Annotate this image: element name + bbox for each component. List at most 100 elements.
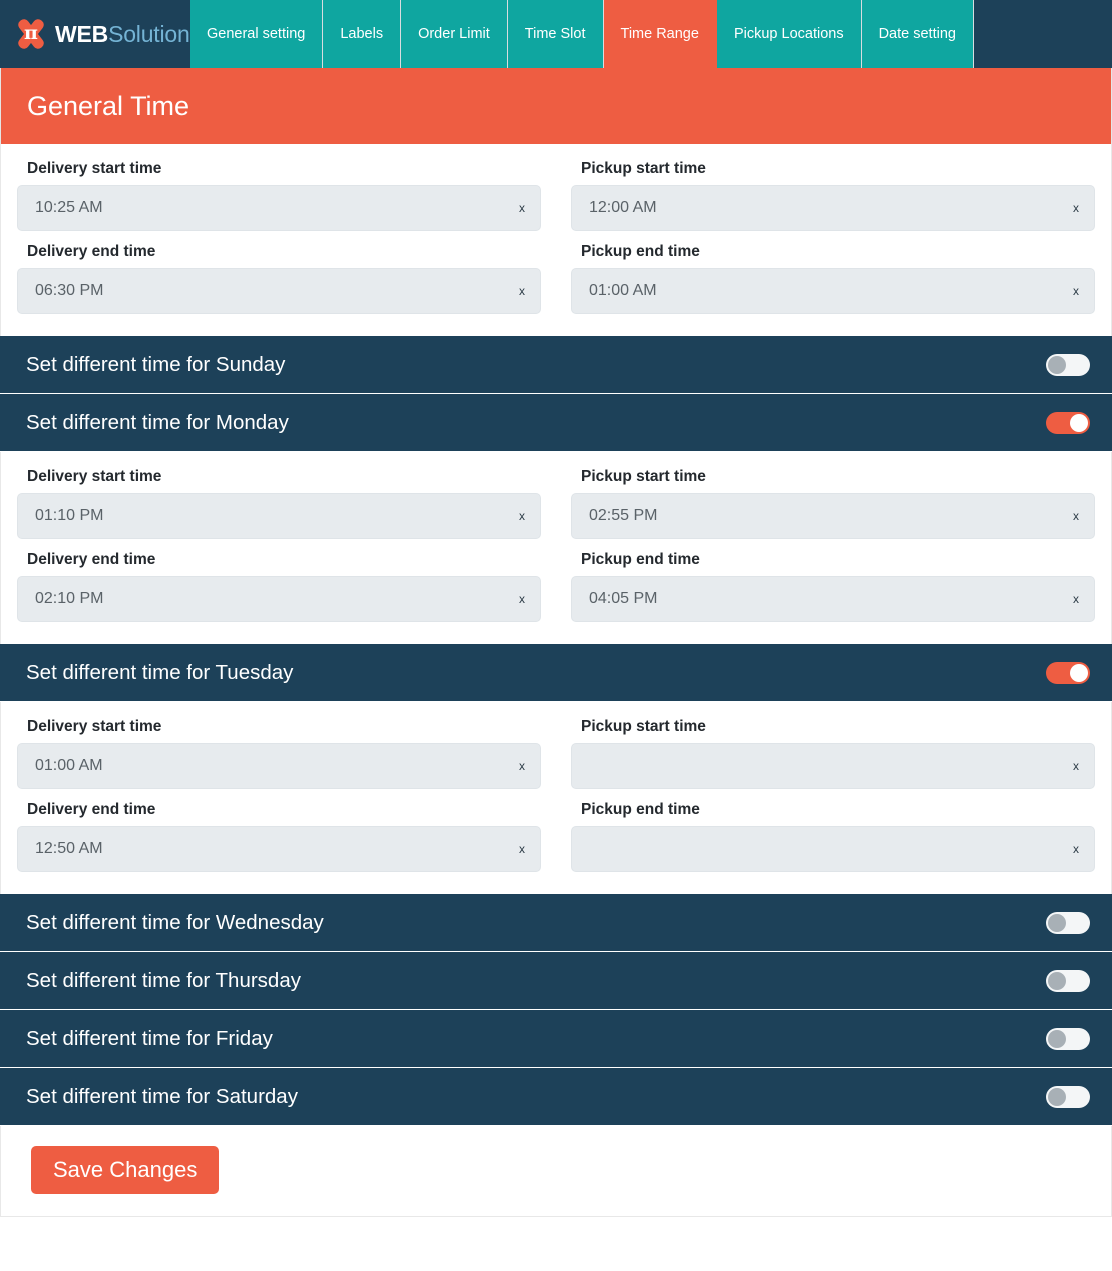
monday-delivery-end-wrap: x (17, 576, 541, 622)
clear-icon[interactable]: x (512, 198, 532, 218)
clear-icon[interactable]: x (1066, 506, 1086, 526)
day-toggle-sunday[interactable] (1046, 353, 1090, 376)
tuesday-pickup-end-wrap: x (571, 826, 1095, 872)
monday-delivery-end-input[interactable] (17, 576, 541, 622)
tuesday-delivery-start-group: Delivery start time x (17, 718, 541, 801)
day-bar-tuesday[interactable]: Set different time for Tuesday (0, 644, 1112, 702)
day-bar-sunday[interactable]: Set different time for Sunday (0, 336, 1112, 394)
footer-actions: Save Changes (0, 1126, 1112, 1217)
monday-pickup-end-label: Pickup end time (581, 551, 700, 568)
general-delivery-end-wrap: x (17, 268, 541, 314)
tuesday-end-row: Delivery end time x Pickup end time x (17, 801, 1095, 884)
monday-delivery-end-label: Delivery end time (27, 551, 156, 568)
tab-order-limit[interactable]: Order Limit (401, 0, 508, 68)
tuesday-delivery-start-label: Delivery start time (27, 718, 162, 735)
general-delivery-end-group: Delivery end time x (17, 243, 541, 326)
general-pickup-start-label: Pickup start time (581, 160, 706, 177)
save-changes-button[interactable]: Save Changes (31, 1146, 220, 1194)
tuesday-pickup-end-label: Pickup end time (581, 801, 700, 818)
day-bar-friday[interactable]: Set different time for Friday (0, 1010, 1112, 1068)
day-bar-friday-label: Set different time for Friday (26, 1026, 273, 1050)
day-bar-wednesday-label: Set different time for Wednesday (26, 910, 324, 934)
tuesday-delivery-start-input[interactable] (17, 743, 541, 789)
general-delivery-end-label: Delivery end time (27, 243, 156, 260)
clear-icon[interactable]: x (512, 589, 532, 609)
general-pickup-start-wrap: x (571, 185, 1095, 231)
clear-icon[interactable]: x (512, 281, 532, 301)
tuesday-pickup-start-input[interactable] (571, 743, 1095, 789)
page-title: General Time (0, 68, 1112, 144)
monday-delivery-start-label: Delivery start time (27, 468, 162, 485)
day-bar-sunday-label: Set different time for Sunday (26, 352, 286, 376)
brand-wordmark-primary: WEB (55, 20, 109, 47)
tab-general-setting[interactable]: General setting (190, 0, 324, 68)
day-toggle-thursday[interactable] (1046, 969, 1090, 992)
general-start-row: Delivery start time x Pickup start time … (17, 160, 1095, 243)
monday-delivery-start-group: Delivery start time x (17, 468, 541, 551)
general-delivery-start-label: Delivery start time (27, 160, 162, 177)
top-navbar: π WEBSolution General setting Labels Ord… (0, 0, 1112, 68)
monday-pickup-start-wrap: x (571, 493, 1095, 539)
nav-tab-list: General setting Labels Order Limit Time … (190, 0, 1112, 68)
general-pickup-end-input[interactable] (571, 268, 1095, 314)
general-pickup-start-group: Pickup start time x (571, 160, 1095, 243)
monday-pickup-start-group: Pickup start time x (571, 468, 1095, 551)
tab-pickup-locations[interactable]: Pickup Locations (716, 0, 862, 68)
monday-pickup-end-wrap: x (571, 576, 1095, 622)
clear-icon[interactable]: x (1066, 839, 1086, 859)
general-delivery-start-group: Delivery start time x (17, 160, 541, 243)
monday-start-row: Delivery start time x Pickup start time … (17, 468, 1095, 551)
general-pickup-end-label: Pickup end time (581, 243, 700, 260)
tuesday-delivery-end-label: Delivery end time (27, 801, 156, 818)
day-toggle-saturday[interactable] (1046, 1085, 1090, 1108)
tuesday-pickup-start-label: Pickup start time (581, 718, 706, 735)
tab-labels[interactable]: Labels (323, 0, 402, 68)
brand-wordmark: WEBSolution (55, 21, 190, 48)
day-bar-thursday[interactable]: Set different time for Thursday (0, 952, 1112, 1010)
monday-delivery-end-group: Delivery end time x (17, 551, 541, 634)
monday-pickup-start-label: Pickup start time (581, 468, 706, 485)
tab-time-range[interactable]: Time Range (603, 0, 717, 68)
tuesday-delivery-end-wrap: x (17, 826, 541, 872)
clear-icon[interactable]: x (1066, 589, 1086, 609)
tuesday-pickup-end-group: Pickup end time x (571, 801, 1095, 884)
clear-icon[interactable]: x (512, 756, 532, 776)
day-bar-monday-label: Set different time for Monday (26, 410, 289, 434)
general-pickup-end-wrap: x (571, 268, 1095, 314)
day-bar-tuesday-label: Set different time for Tuesday (26, 660, 294, 684)
day-toggle-tuesday[interactable] (1046, 661, 1090, 684)
general-delivery-start-wrap: x (17, 185, 541, 231)
tuesday-time-fields: Delivery start time x Pickup start time … (0, 702, 1112, 894)
tuesday-pickup-end-input[interactable] (571, 826, 1095, 872)
tuesday-delivery-end-input[interactable] (17, 826, 541, 872)
general-pickup-start-input[interactable] (571, 185, 1095, 231)
brand-wordmark-secondary: Solution (108, 20, 190, 47)
tuesday-delivery-start-wrap: x (17, 743, 541, 789)
monday-delivery-start-input[interactable] (17, 493, 541, 539)
clear-icon[interactable]: x (512, 506, 532, 526)
day-bar-saturday[interactable]: Set different time for Saturday (0, 1068, 1112, 1126)
brand-logo-area[interactable]: π WEBSolution (0, 0, 190, 68)
nav-filler (973, 0, 1112, 68)
day-toggle-monday[interactable] (1046, 411, 1090, 434)
monday-pickup-end-group: Pickup end time x (571, 551, 1095, 634)
monday-pickup-end-input[interactable] (571, 576, 1095, 622)
page-root: π WEBSolution General setting Labels Ord… (0, 0, 1112, 1271)
day-bar-wednesday[interactable]: Set different time for Wednesday (0, 894, 1112, 952)
tuesday-delivery-end-group: Delivery end time x (17, 801, 541, 884)
clear-icon[interactable]: x (1066, 198, 1086, 218)
general-delivery-start-input[interactable] (17, 185, 541, 231)
tuesday-start-row: Delivery start time x Pickup start time … (17, 718, 1095, 801)
general-time-fields: Delivery start time x Pickup start time … (0, 144, 1112, 336)
clear-icon[interactable]: x (1066, 281, 1086, 301)
day-toggle-friday[interactable] (1046, 1027, 1090, 1050)
monday-pickup-start-input[interactable] (571, 493, 1095, 539)
tab-time-slot[interactable]: Time Slot (507, 0, 604, 68)
clear-icon[interactable]: x (1066, 756, 1086, 776)
day-toggle-wednesday[interactable] (1046, 911, 1090, 934)
tab-date-setting[interactable]: Date setting (861, 0, 974, 68)
day-bar-monday[interactable]: Set different time for Monday (0, 394, 1112, 452)
clear-icon[interactable]: x (512, 839, 532, 859)
general-delivery-end-input[interactable] (17, 268, 541, 314)
general-pickup-end-group: Pickup end time x (571, 243, 1095, 326)
